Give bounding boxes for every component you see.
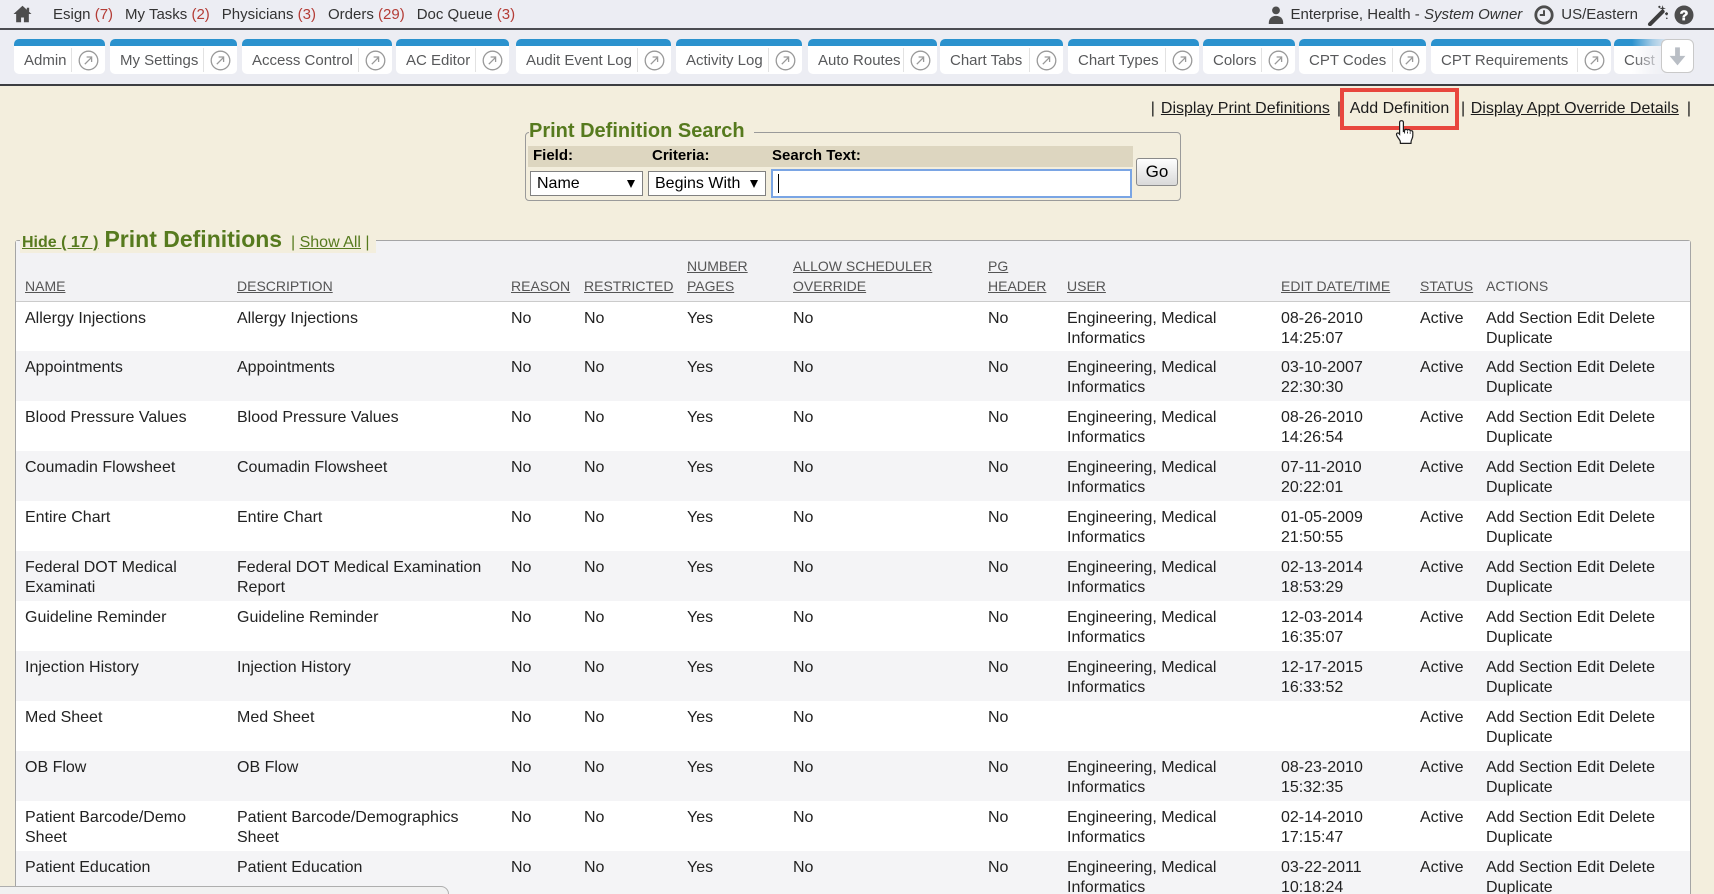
svg-text:?: ? bbox=[1680, 6, 1689, 22]
